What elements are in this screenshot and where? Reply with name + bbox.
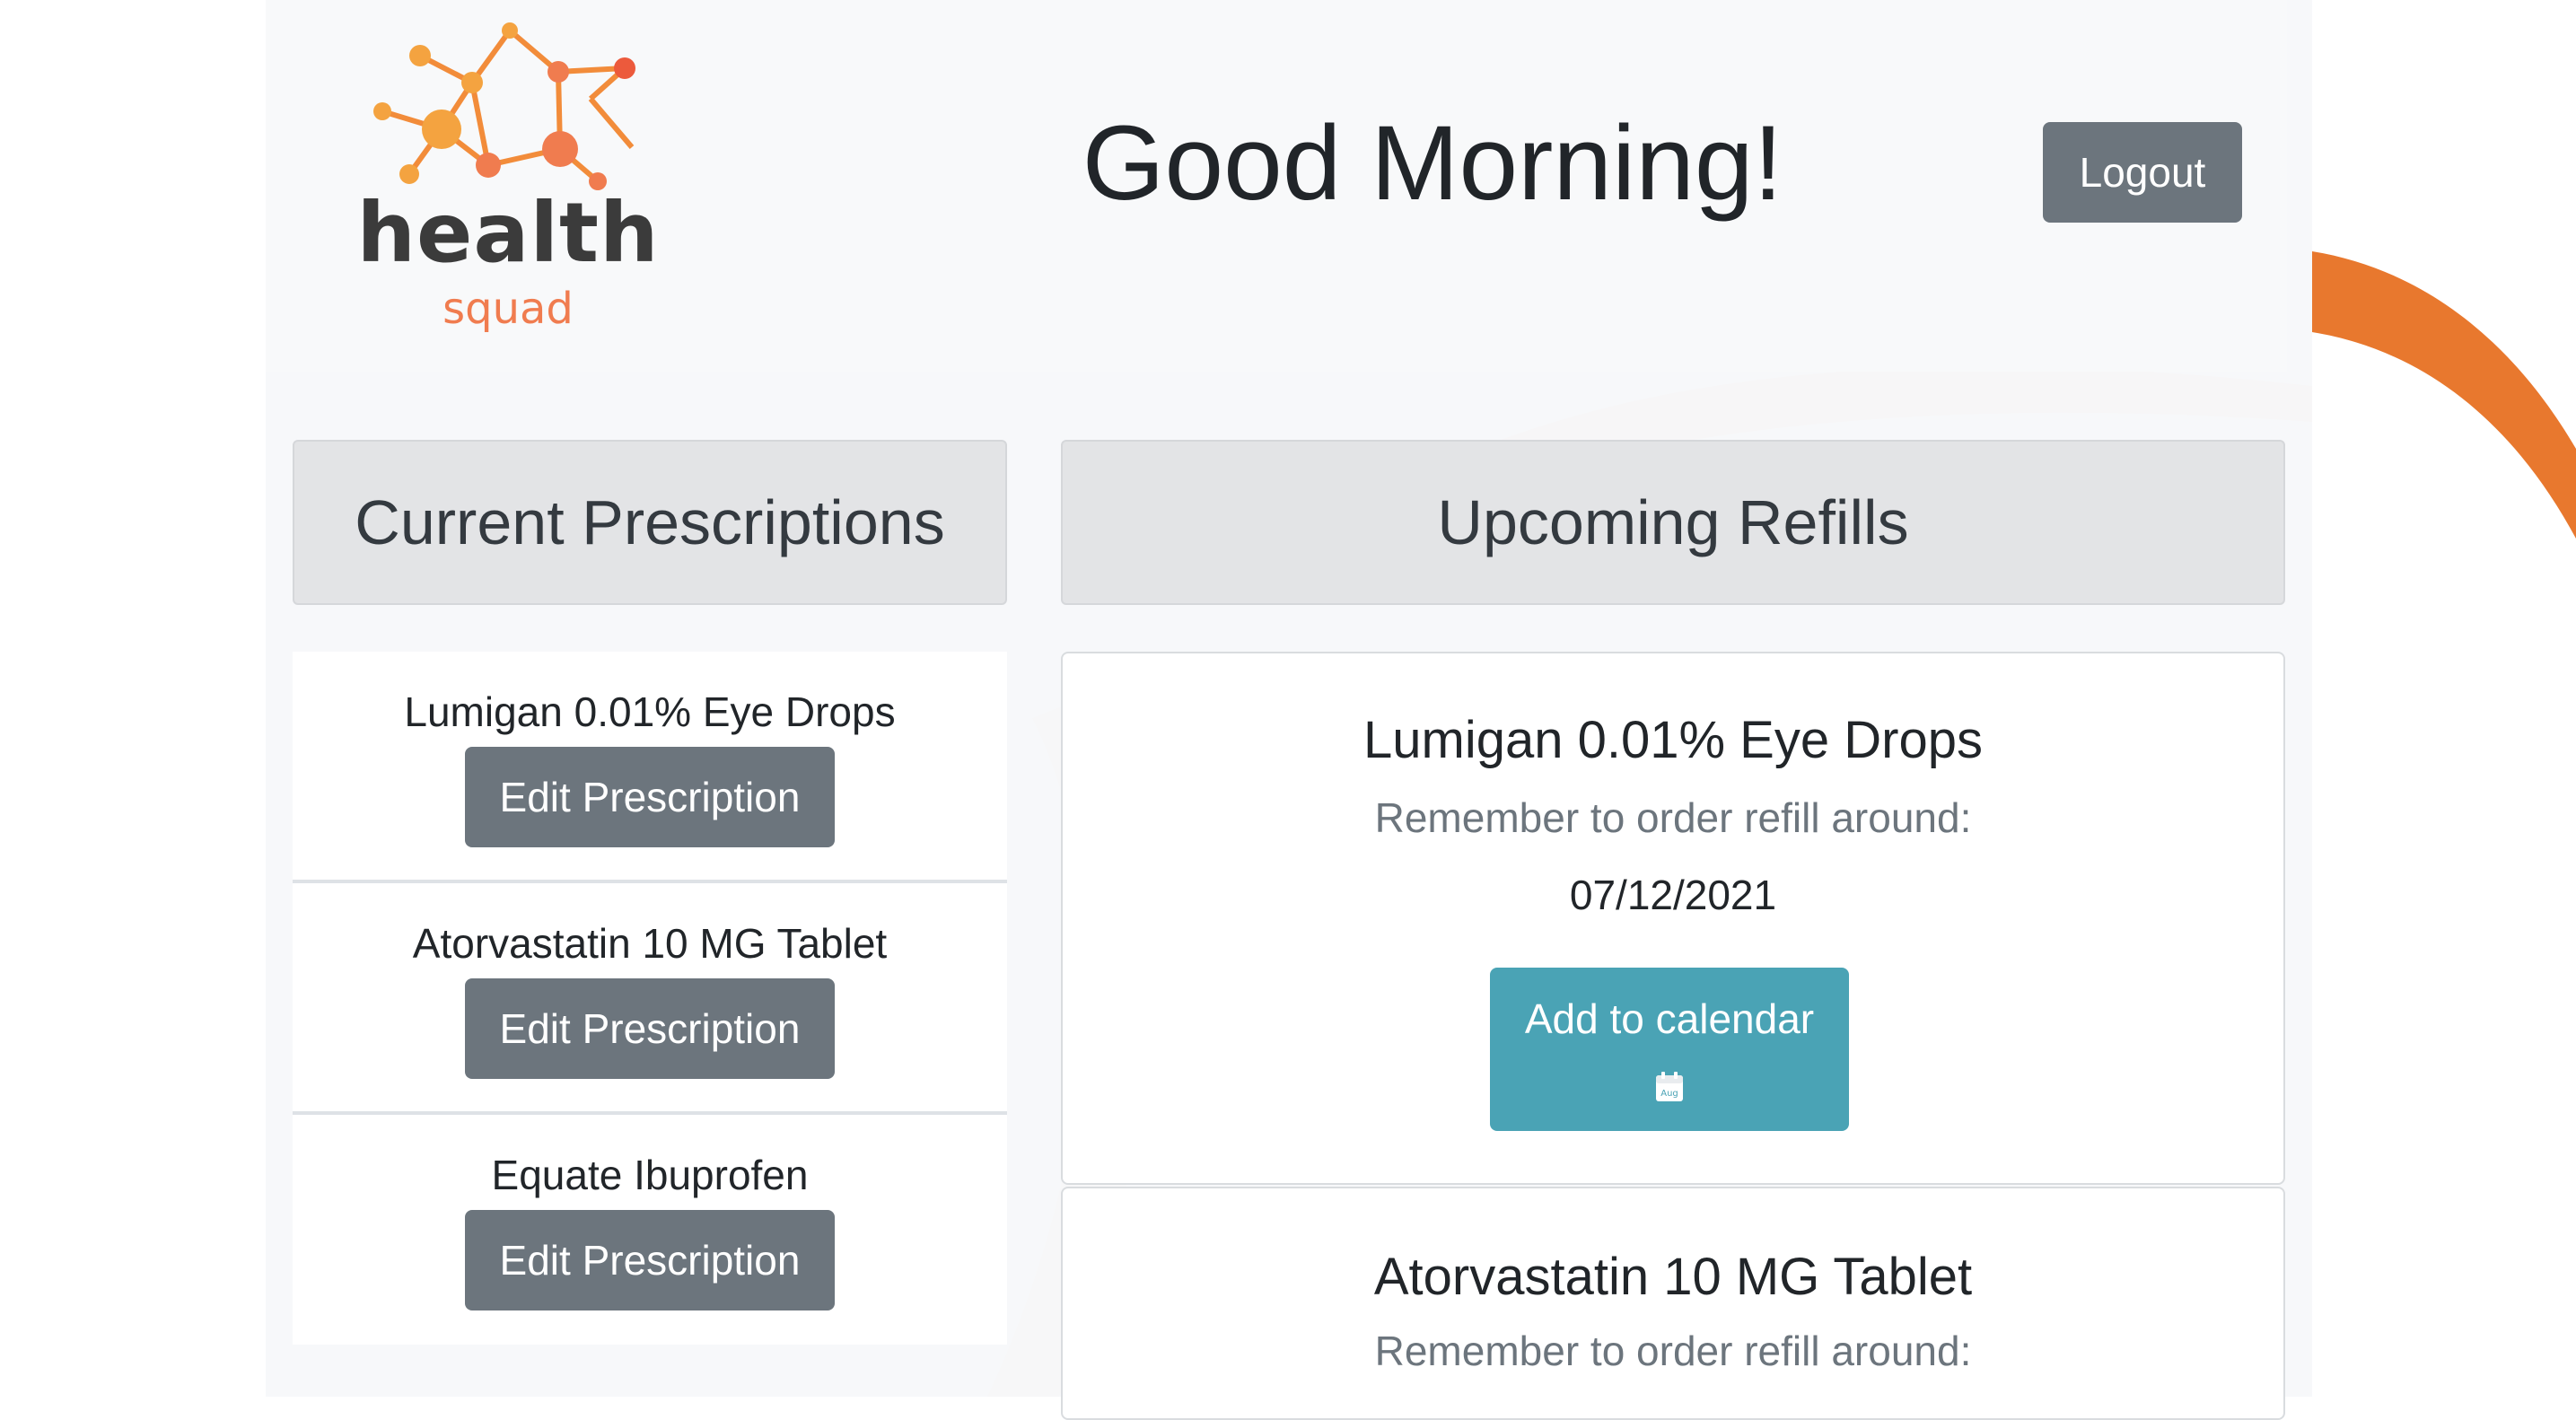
- refill-card: Lumigan 0.01% Eye Drops Remember to orde…: [1061, 652, 2285, 1185]
- health-squad-logo: health squad: [355, 22, 661, 334]
- upcoming-refills-header: Upcoming Refills: [1061, 440, 2285, 605]
- refill-reminder-text: Remember to order refill around:: [1374, 1328, 1972, 1374]
- header: health squad Good Morning! Logout: [266, 0, 2287, 372]
- edit-prescription-button[interactable]: Edit Prescription: [465, 1210, 835, 1310]
- prescription-name: Atorvastatin 10 MG Tablet: [412, 920, 888, 967]
- current-prescriptions-title: Current Prescriptions: [355, 487, 945, 557]
- calendar-icon-text: Aug: [1660, 1089, 1678, 1099]
- add-to-calendar-label: Add to calendar: [1524, 995, 1815, 1042]
- refill-reminder-text: Remember to order refill around:: [1374, 794, 1972, 841]
- current-prescriptions-header: Current Prescriptions: [293, 440, 1007, 605]
- greeting-heading: Good Morning!: [1082, 104, 1783, 223]
- refill-card: Atorvastatin 10 MG Tablet Remember to or…: [1061, 1187, 2285, 1420]
- prescription-name: Lumigan 0.01% Eye Drops: [404, 688, 896, 735]
- add-to-calendar-button[interactable]: Add to calendar Aug: [1490, 968, 1849, 1131]
- edit-prescription-button[interactable]: Edit Prescription: [465, 747, 835, 847]
- refill-date: 07/12/2021: [1569, 872, 1777, 918]
- logout-button[interactable]: Logout: [2043, 122, 2242, 223]
- refill-medication-name: Lumigan 0.01% Eye Drops: [1363, 711, 1983, 769]
- logo-wordmark: health: [356, 185, 660, 281]
- prescription-item: Lumigan 0.01% Eye Drops Edit Prescriptio…: [293, 652, 1007, 883]
- network-logo-icon: [373, 22, 635, 190]
- prescription-item: Equate Ibuprofen Edit Prescription: [293, 1115, 1007, 1345]
- prescription-name: Equate Ibuprofen: [491, 1152, 809, 1198]
- upcoming-refills-title: Upcoming Refills: [1437, 487, 1909, 557]
- page-container: health squad Good Morning! Logout Curren…: [266, 0, 2312, 1420]
- prescription-list: Lumigan 0.01% Eye Drops Edit Prescriptio…: [293, 652, 1007, 1345]
- prescription-item: Atorvastatin 10 MG Tablet Edit Prescript…: [293, 883, 1007, 1115]
- calendar-icon: Aug: [1656, 1072, 1683, 1101]
- refill-medication-name: Atorvastatin 10 MG Tablet: [1373, 1248, 1973, 1306]
- logo-subtitle: squad: [442, 284, 574, 334]
- edit-prescription-button[interactable]: Edit Prescription: [465, 978, 835, 1079]
